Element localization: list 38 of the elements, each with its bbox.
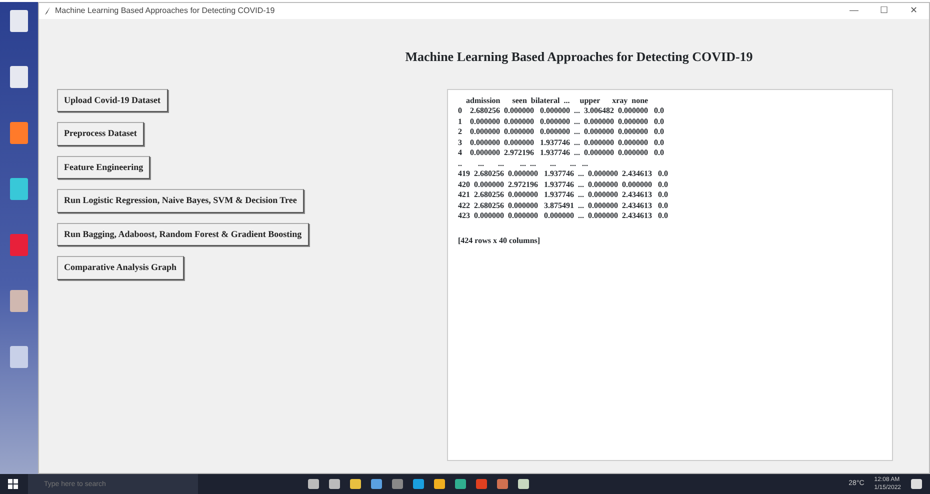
output-line: 2 0.000000 0.000000 0.000000 ... 0.000000 0.000000 0.0 [458, 127, 665, 138]
start-icon[interactable] [8, 479, 18, 489]
taskbar-app-icon[interactable] [392, 479, 403, 489]
taskbar-app-icon[interactable] [476, 479, 487, 489]
output-line: 4 0.000000 2.972196 1.937746 ... 0.000000 0.000000 0.0 [458, 148, 665, 158]
action-button[interactable]: Feature Engineering [57, 156, 150, 179]
output-summary: [424 rows x 40 columns] [458, 236, 540, 246]
output-line: 421 2.680256 0.000000 1.937746 ... 0.000000 2.434613 0.0 [458, 190, 669, 200]
taskbar-app-icon[interactable] [371, 479, 382, 489]
close-button[interactable]: ✕ [899, 4, 929, 18]
action-button[interactable]: Upload Covid-19 Dataset [57, 88, 168, 112]
action-button[interactable]: Preprocess Dataset [57, 122, 144, 146]
taskbar-app-icon[interactable] [350, 479, 361, 489]
output-line: 1 0.000000 0.000000 0.000000 ... 0.000000 0.000000 0.0 [458, 116, 665, 127]
taskbar-app-icon[interactable] [455, 479, 466, 489]
output-line: admission seen bilateral ... upper xray none [465, 96, 650, 106]
action-button[interactable]: Comparative Analysis Graph [57, 256, 184, 280]
taskbar-app-icon[interactable] [413, 479, 424, 489]
output-line: 419 2.680256 0.000000 1.937746 ... 0.000000 2.434613 0.0 [458, 169, 669, 180]
output-line: 420 0.000000 2.972196 1.937746 ... 0.000000 0.000000 0.0 [458, 180, 669, 190]
output-line: .. ... ... ... ... ... ... ... [458, 158, 589, 169]
taskbar-app-icon[interactable] [497, 479, 508, 489]
taskbar-app-icon[interactable] [518, 479, 529, 489]
action-button[interactable]: Run Logistic Regression, Naive Bayes, SVM & Decision Tree [57, 189, 304, 212]
notification-icon[interactable] [911, 479, 922, 489]
action-button[interactable]: Run Bagging, Adaboost, Random Forest & Gradient Boosting [57, 222, 309, 246]
window-title: Machine Learning Based Approaches for Detecting COVID-19 [55, 5, 275, 17]
output-line: 422 2.680256 0.000000 3.875491 ... 0.000000 2.434613 0.0 [458, 200, 669, 211]
maximize-button[interactable]: ☐ [869, 4, 899, 18]
taskbar-app-icon[interactable] [329, 479, 340, 489]
taskbar-app-icon[interactable] [308, 479, 319, 489]
taskbar-app-icon[interactable] [434, 479, 445, 489]
app-heading: Machine Learning Based Approaches for Detecting COVID-19 [405, 49, 753, 64]
output-line: 3 0.000000 0.000000 1.937746 ... 0.000000 0.000000 0.0 [458, 138, 665, 148]
minimize-button[interactable]: — [839, 4, 869, 18]
output-line: 423 0.000000 0.000000 0.000000 ... 0.000000 2.434613 0.0 [458, 211, 669, 222]
feather-icon [45, 7, 51, 15]
output-line: 0 2.680256 0.000000 0.000000 ... 3.006482 0.000000 0.0 [458, 106, 665, 116]
